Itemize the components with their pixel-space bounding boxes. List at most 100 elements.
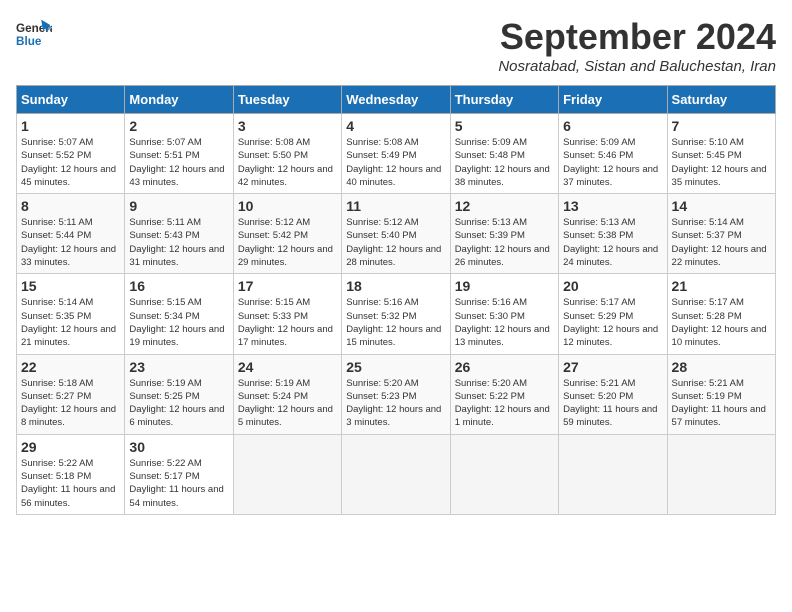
day-details: Sunrise: 5:16 AM Sunset: 5:30 PM Dayligh… [455, 296, 554, 349]
day-cell: 15 Sunrise: 5:14 AM Sunset: 5:35 PM Dayli… [17, 274, 125, 354]
day-number: 10 [238, 198, 337, 214]
day-cell: 11Sunrise: 5:12 AM Sunset: 5:40 PM Dayli… [342, 194, 450, 274]
day-number: 21 [672, 278, 771, 294]
week-row-3: 15 Sunrise: 5:14 AM Sunset: 5:35 PM Dayli… [17, 274, 776, 354]
day-cell: 7 Sunrise: 5:10 AM Sunset: 5:45 PM Daylig… [667, 114, 775, 194]
day-cell: 5Sunrise: 5:09 AM Sunset: 5:48 PM Daylig… [450, 114, 558, 194]
day-cell: 14 Sunrise: 5:14 AM Sunset: 5:37 PM Dayli… [667, 194, 775, 274]
day-cell: 28Sunrise: 5:21 AM Sunset: 5:19 PM Dayli… [667, 354, 775, 434]
day-details: Sunrise: 5:21 AM Sunset: 5:19 PM Dayligh… [672, 377, 771, 430]
day-details: Sunrise: 5:11 AM Sunset: 5:44 PM Dayligh… [21, 216, 120, 269]
header-cell-tuesday: Tuesday [233, 86, 341, 114]
day-cell: 12 Sunrise: 5:13 AM Sunset: 5:39 PM Dayli… [450, 194, 558, 274]
day-details: Sunrise: 5:14 AM Sunset: 5:35 PM Dayligh… [21, 296, 120, 349]
day-number: 26 [455, 359, 554, 375]
day-details: Sunrise: 5:13 AM Sunset: 5:38 PM Dayligh… [563, 216, 662, 269]
day-details: Sunrise: 5:14 AM Sunset: 5:37 PM Dayligh… [672, 216, 771, 269]
day-cell: 19 Sunrise: 5:16 AM Sunset: 5:30 PM Dayli… [450, 274, 558, 354]
day-cell: 21 Sunrise: 5:17 AM Sunset: 5:28 PM Dayli… [667, 274, 775, 354]
day-cell [559, 434, 667, 514]
day-cell: 26 Sunrise: 5:20 AM Sunset: 5:22 PM Dayli… [450, 354, 558, 434]
day-cell: 23Sunrise: 5:19 AM Sunset: 5:25 PM Dayli… [125, 354, 233, 434]
day-cell [342, 434, 450, 514]
day-number: 6 [563, 118, 662, 134]
day-number: 18 [346, 278, 445, 294]
day-number: 14 [672, 198, 771, 214]
day-cell: 24 Sunrise: 5:19 AM Sunset: 5:24 PM Dayli… [233, 354, 341, 434]
header-cell-wednesday: Wednesday [342, 86, 450, 114]
week-row-1: 1Sunrise: 5:07 AM Sunset: 5:52 PM Daylig… [17, 114, 776, 194]
day-details: Sunrise: 5:09 AM Sunset: 5:48 PM Dayligh… [455, 136, 554, 189]
day-details: Sunrise: 5:13 AM Sunset: 5:39 PM Dayligh… [455, 216, 554, 269]
day-number: 9 [129, 198, 228, 214]
day-details: Sunrise: 5:11 AM Sunset: 5:43 PM Dayligh… [129, 216, 228, 269]
day-cell: 8Sunrise: 5:11 AM Sunset: 5:44 PM Daylig… [17, 194, 125, 274]
day-details: Sunrise: 5:08 AM Sunset: 5:49 PM Dayligh… [346, 136, 445, 189]
day-details: Sunrise: 5:08 AM Sunset: 5:50 PM Dayligh… [238, 136, 337, 189]
header-cell-thursday: Thursday [450, 86, 558, 114]
header-row: SundayMondayTuesdayWednesdayThursdayFrid… [17, 86, 776, 114]
day-details: Sunrise: 5:19 AM Sunset: 5:24 PM Dayligh… [238, 377, 337, 430]
day-details: Sunrise: 5:17 AM Sunset: 5:28 PM Dayligh… [672, 296, 771, 349]
day-cell: 27 Sunrise: 5:21 AM Sunset: 5:20 PM Dayli… [559, 354, 667, 434]
day-details: Sunrise: 5:20 AM Sunset: 5:22 PM Dayligh… [455, 377, 554, 430]
day-details: Sunrise: 5:07 AM Sunset: 5:52 PM Dayligh… [21, 136, 120, 189]
day-cell: 29 Sunrise: 5:22 AM Sunset: 5:18 PM Dayli… [17, 434, 125, 514]
day-cell: 20 Sunrise: 5:17 AM Sunset: 5:29 PM Dayli… [559, 274, 667, 354]
day-details: Sunrise: 5:07 AM Sunset: 5:51 PM Dayligh… [129, 136, 228, 189]
day-number: 20 [563, 278, 662, 294]
day-number: 30 [129, 439, 228, 455]
day-details: Sunrise: 5:19 AM Sunset: 5:25 PM Dayligh… [129, 377, 228, 430]
day-cell [450, 434, 558, 514]
day-cell: 13 Sunrise: 5:13 AM Sunset: 5:38 PM Dayli… [559, 194, 667, 274]
day-details: Sunrise: 5:21 AM Sunset: 5:20 PM Dayligh… [563, 377, 662, 430]
day-details: Sunrise: 5:22 AM Sunset: 5:18 PM Dayligh… [21, 457, 120, 510]
logo: General Blue [16, 16, 52, 52]
day-number: 12 [455, 198, 554, 214]
calendar-title: September 2024 [498, 16, 776, 58]
day-number: 7 [672, 118, 771, 134]
day-cell: 30 Sunrise: 5:22 AM Sunset: 5:17 PM Dayli… [125, 434, 233, 514]
calendar-table: SundayMondayTuesdayWednesdayThursdayFrid… [16, 85, 776, 515]
week-row-5: 29 Sunrise: 5:22 AM Sunset: 5:18 PM Dayli… [17, 434, 776, 514]
day-number: 15 [21, 278, 120, 294]
day-cell [233, 434, 341, 514]
day-cell: 6 Sunrise: 5:09 AM Sunset: 5:46 PM Daylig… [559, 114, 667, 194]
day-details: Sunrise: 5:10 AM Sunset: 5:45 PM Dayligh… [672, 136, 771, 189]
day-details: Sunrise: 5:12 AM Sunset: 5:40 PM Dayligh… [346, 216, 445, 269]
header-cell-friday: Friday [559, 86, 667, 114]
day-cell: 10Sunrise: 5:12 AM Sunset: 5:42 PM Dayli… [233, 194, 341, 274]
day-cell: 3 Sunrise: 5:08 AM Sunset: 5:50 PM Daylig… [233, 114, 341, 194]
header-cell-sunday: Sunday [17, 86, 125, 114]
day-details: Sunrise: 5:15 AM Sunset: 5:33 PM Dayligh… [238, 296, 337, 349]
day-cell: 25 Sunrise: 5:20 AM Sunset: 5:23 PM Dayli… [342, 354, 450, 434]
day-details: Sunrise: 5:15 AM Sunset: 5:34 PM Dayligh… [129, 296, 228, 349]
day-details: Sunrise: 5:20 AM Sunset: 5:23 PM Dayligh… [346, 377, 445, 430]
title-area: September 2024 Nosratabad, Sistan and Ba… [498, 16, 776, 75]
day-number: 2 [129, 118, 228, 134]
day-cell: 22Sunrise: 5:18 AM Sunset: 5:27 PM Dayli… [17, 354, 125, 434]
day-number: 25 [346, 359, 445, 375]
day-cell: 4 Sunrise: 5:08 AM Sunset: 5:49 PM Daylig… [342, 114, 450, 194]
day-number: 4 [346, 118, 445, 134]
day-cell: 18 Sunrise: 5:16 AM Sunset: 5:32 PM Dayli… [342, 274, 450, 354]
logo-icon: General Blue [16, 16, 52, 52]
day-cell: 1Sunrise: 5:07 AM Sunset: 5:52 PM Daylig… [17, 114, 125, 194]
header: General Blue September 2024 Nosratabad, … [16, 16, 776, 75]
day-details: Sunrise: 5:22 AM Sunset: 5:17 PM Dayligh… [129, 457, 228, 510]
day-cell: 9 Sunrise: 5:11 AM Sunset: 5:43 PM Daylig… [125, 194, 233, 274]
calendar-subtitle: Nosratabad, Sistan and Baluchestan, Iran [498, 58, 776, 75]
day-number: 24 [238, 359, 337, 375]
day-number: 27 [563, 359, 662, 375]
day-details: Sunrise: 5:09 AM Sunset: 5:46 PM Dayligh… [563, 136, 662, 189]
day-number: 3 [238, 118, 337, 134]
week-row-4: 22Sunrise: 5:18 AM Sunset: 5:27 PM Dayli… [17, 354, 776, 434]
day-number: 17 [238, 278, 337, 294]
day-number: 19 [455, 278, 554, 294]
week-row-2: 8Sunrise: 5:11 AM Sunset: 5:44 PM Daylig… [17, 194, 776, 274]
day-details: Sunrise: 5:16 AM Sunset: 5:32 PM Dayligh… [346, 296, 445, 349]
day-number: 13 [563, 198, 662, 214]
day-details: Sunrise: 5:17 AM Sunset: 5:29 PM Dayligh… [563, 296, 662, 349]
day-number: 29 [21, 439, 120, 455]
day-cell [667, 434, 775, 514]
